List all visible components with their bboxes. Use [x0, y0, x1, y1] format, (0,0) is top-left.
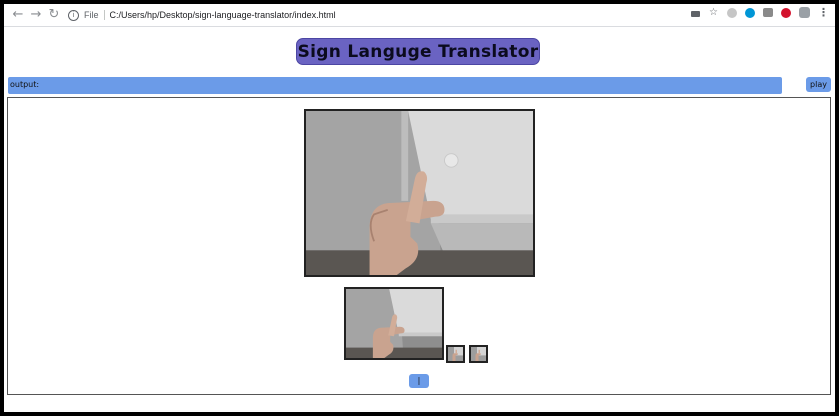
captured-frame [344, 287, 444, 360]
file-label: File [84, 10, 99, 20]
thumbnail[interactable] [446, 345, 465, 363]
page-title: Sign Languge Translator [296, 38, 540, 65]
profile-extension-icon[interactable] [799, 7, 810, 18]
extension-circle-icon[interactable] [727, 7, 737, 18]
output-field: output: [8, 77, 782, 94]
back-arrow-icon[interactable]: ← [10, 7, 26, 23]
opera-extension-icon[interactable] [781, 7, 791, 18]
forward-arrow-icon[interactable]: → [28, 7, 44, 23]
hand-sign-image [306, 111, 533, 275]
toolbar-icons: ☆ ⋮ [691, 7, 829, 18]
play-button[interactable]: play [806, 77, 831, 92]
camera-icon[interactable] [691, 10, 700, 17]
reload-icon[interactable]: ↻ [46, 7, 62, 23]
extension-icon[interactable] [763, 8, 773, 17]
url-text[interactable]: C:/Users/hp/Desktop/sign-language-transl… [110, 10, 336, 20]
address-bar[interactable]: i File C:/Users/hp/Desktop/sign-language… [68, 6, 708, 24]
browser-window: ← → ↻ i File C:/Users/hp/Desktop/sign-la… [4, 4, 835, 412]
bookmark-star-icon[interactable]: ☆ [708, 7, 719, 18]
hp-extension-icon[interactable] [745, 7, 755, 18]
address-divider [103, 10, 105, 20]
hand-sign-snapshot [346, 289, 442, 358]
thumbnail-image [471, 347, 486, 361]
thumbnail[interactable] [469, 345, 488, 363]
webcam-feed [304, 109, 535, 277]
capture-button[interactable]: | [409, 374, 429, 388]
info-icon[interactable]: i [68, 9, 79, 21]
menu-kebab-icon[interactable]: ⋮ [818, 7, 829, 18]
camera-panel: | [7, 97, 831, 395]
thumbnail-image [448, 347, 463, 361]
browser-toolbar: ← → ↻ i File C:/Users/hp/Desktop/sign-la… [4, 4, 835, 27]
